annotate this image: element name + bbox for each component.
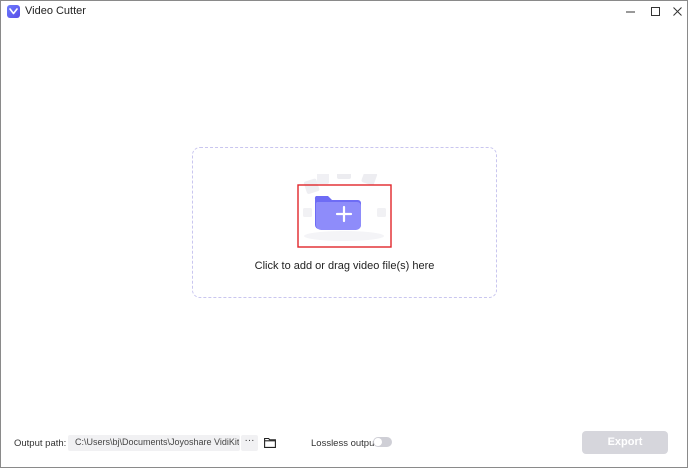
folder-icon[interactable] (264, 437, 276, 448)
maximize-icon (650, 6, 660, 16)
file-drop-zone[interactable]: Click to add or drag video file(s) here (192, 147, 497, 298)
app-logo-icon (7, 4, 20, 18)
add-folder-icon[interactable] (297, 174, 392, 248)
drop-hint-text[interactable]: Click to add or drag video file(s) here (193, 260, 496, 272)
footer-bar: Output path: C:\Users\bj\Documents\Joyos… (1, 425, 687, 467)
lossless-output-toggle[interactable] (373, 437, 392, 447)
lossless-output-label: Lossless output: (311, 438, 380, 449)
app-window: Video Cutter Click to add or drag video … (0, 0, 688, 468)
window-title: Video Cutter (25, 5, 86, 17)
toggle-knob (374, 438, 382, 446)
minimize-icon (625, 11, 635, 12)
output-path-field[interactable]: C:\Users\bj\Documents\Joyoshare VidiKit\… (68, 435, 240, 451)
output-path-label: Output path: (14, 438, 67, 449)
title-bar: Video Cutter (1, 1, 687, 21)
close-icon (672, 6, 682, 16)
close-button[interactable] (665, 1, 688, 21)
output-path-value: C:\Users\bj\Documents\Joyoshare VidiKit\… (75, 437, 239, 447)
browse-more-button[interactable]: ··· (241, 435, 258, 451)
maximize-button[interactable] (643, 1, 667, 21)
minimize-button[interactable] (618, 1, 642, 21)
export-button[interactable]: Export (582, 431, 668, 454)
